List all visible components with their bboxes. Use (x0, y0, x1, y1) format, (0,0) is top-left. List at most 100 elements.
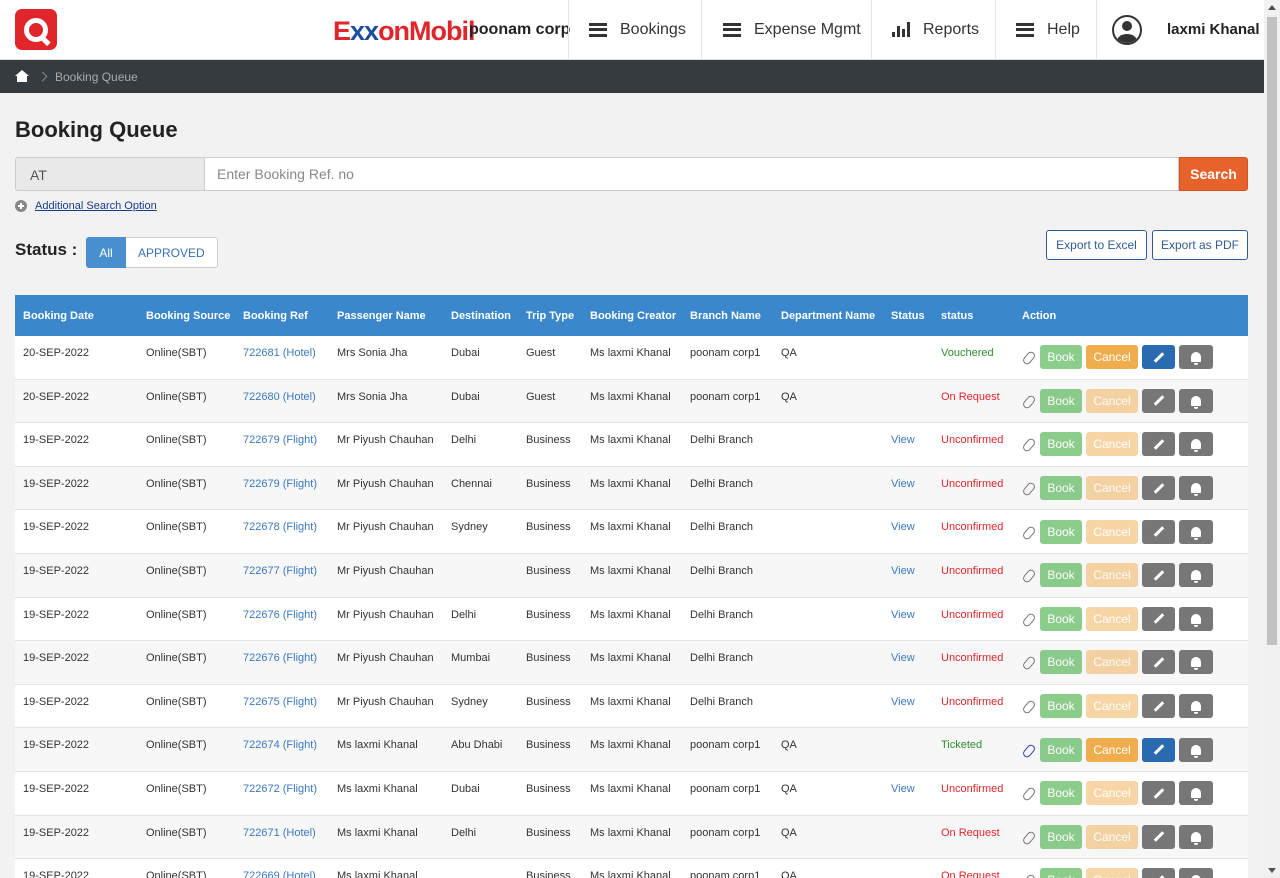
book-button[interactable]: Book (1040, 432, 1082, 457)
paperclip-icon[interactable] (1022, 830, 1036, 844)
booking-ref-link[interactable]: 722672 (Flight) (235, 772, 329, 795)
cancel-button[interactable]: Cancel (1086, 824, 1138, 849)
booking-ref-link[interactable]: 722676 (Flight) (235, 641, 329, 664)
booking-ref-link[interactable]: 722674 (Flight) (235, 728, 329, 751)
view-link[interactable]: View (883, 685, 933, 708)
view-link[interactable]: View (883, 510, 933, 533)
additional-search-link[interactable]: Additional Search Option (35, 200, 157, 212)
edit-button[interactable] (1142, 345, 1175, 370)
view-link[interactable] (883, 816, 933, 827)
scroll-up-arrow-icon[interactable] (1268, 5, 1276, 10)
col-status-2[interactable]: status (933, 310, 1014, 322)
view-link[interactable] (883, 336, 933, 347)
notify-button[interactable] (1179, 388, 1213, 413)
col-trip-type[interactable]: Trip Type (518, 310, 582, 322)
search-button[interactable]: Search (1179, 157, 1248, 191)
view-link[interactable]: View (883, 467, 933, 490)
notify-button[interactable] (1179, 694, 1213, 719)
tab-all[interactable]: All (86, 237, 126, 268)
cancel-button[interactable]: Cancel (1086, 388, 1138, 413)
book-button[interactable]: Book (1040, 345, 1082, 370)
view-link[interactable] (883, 380, 933, 391)
notify-button[interactable] (1179, 650, 1213, 675)
edit-button[interactable] (1142, 650, 1175, 675)
cancel-button[interactable]: Cancel (1086, 606, 1138, 631)
view-link[interactable]: View (883, 772, 933, 795)
col-branch-name[interactable]: Branch Name (682, 310, 773, 322)
booking-ref-link[interactable]: 722675 (Flight) (235, 685, 329, 708)
booking-ref-link[interactable]: 722677 (Flight) (235, 554, 329, 577)
booking-ref-link[interactable]: 722676 (Flight) (235, 598, 329, 621)
paperclip-icon[interactable] (1022, 437, 1036, 451)
view-link[interactable] (883, 859, 933, 870)
page-scrollbar[interactable] (1264, 0, 1280, 878)
paperclip-icon[interactable] (1022, 394, 1036, 408)
notify-button[interactable] (1179, 476, 1213, 501)
view-link[interactable]: View (883, 641, 933, 664)
cancel-button[interactable]: Cancel (1086, 432, 1138, 457)
booking-ref-link[interactable]: 722669 (Hotel) (235, 859, 329, 878)
edit-button[interactable] (1142, 694, 1175, 719)
notify-button[interactable] (1179, 606, 1213, 631)
paperclip-icon[interactable] (1022, 743, 1036, 757)
book-button[interactable]: Book (1040, 606, 1082, 631)
cancel-button[interactable]: Cancel (1086, 868, 1138, 878)
export-excel-button[interactable]: Export to Excel (1046, 230, 1147, 260)
notify-button[interactable] (1179, 868, 1213, 878)
booking-ref-link[interactable]: 722679 (Flight) (235, 423, 329, 446)
plus-circle-icon[interactable] (15, 200, 27, 212)
cancel-button[interactable]: Cancel (1086, 345, 1138, 370)
edit-button[interactable] (1142, 519, 1175, 544)
notify-button[interactable] (1179, 824, 1213, 849)
edit-button[interactable] (1142, 476, 1175, 501)
nav-expense-mgmt[interactable]: Expense Mgmt (701, 0, 872, 59)
book-button[interactable]: Book (1040, 476, 1082, 501)
edit-button[interactable] (1142, 824, 1175, 849)
book-button[interactable]: Book (1040, 563, 1082, 588)
book-button[interactable]: Book (1040, 868, 1082, 878)
edit-button[interactable] (1142, 563, 1175, 588)
paperclip-icon[interactable] (1022, 655, 1036, 669)
user-menu[interactable]: laxmi Khanal (1096, 0, 1264, 59)
edit-button[interactable] (1142, 737, 1175, 762)
col-department-name[interactable]: Department Name (773, 310, 883, 322)
edit-button[interactable] (1142, 388, 1175, 413)
col-booking-ref[interactable]: Booking Ref (235, 310, 329, 322)
book-button[interactable]: Book (1040, 824, 1082, 849)
notify-button[interactable] (1179, 432, 1213, 457)
view-link[interactable]: View (883, 554, 933, 577)
booking-ref-input[interactable] (204, 157, 1179, 191)
notify-button[interactable] (1179, 345, 1213, 370)
view-link[interactable] (883, 728, 933, 739)
home-icon[interactable] (15, 70, 29, 83)
paperclip-icon[interactable] (1022, 568, 1036, 582)
nav-reports[interactable]: Reports (871, 0, 996, 59)
nav-help[interactable]: Help (995, 0, 1097, 59)
paperclip-icon[interactable] (1022, 699, 1036, 713)
search-prefix[interactable]: AT (15, 157, 204, 191)
export-pdf-button[interactable]: Export as PDF (1152, 230, 1248, 260)
booking-ref-link[interactable]: 722681 (Hotel) (235, 336, 329, 359)
view-link[interactable]: View (883, 423, 933, 446)
edit-button[interactable] (1142, 606, 1175, 631)
paperclip-icon[interactable] (1022, 481, 1036, 495)
book-button[interactable]: Book (1040, 737, 1082, 762)
cancel-button[interactable]: Cancel (1086, 519, 1138, 544)
booking-ref-link[interactable]: 722671 (Hotel) (235, 816, 329, 839)
booking-ref-link[interactable]: 722679 (Flight) (235, 467, 329, 490)
book-button[interactable]: Book (1040, 388, 1082, 413)
paperclip-icon[interactable] (1022, 350, 1036, 364)
paperclip-icon[interactable] (1022, 873, 1036, 878)
col-destination[interactable]: Destination (443, 310, 518, 322)
book-button[interactable]: Book (1040, 519, 1082, 544)
col-booking-source[interactable]: Booking Source (138, 310, 235, 322)
book-button[interactable]: Book (1040, 694, 1082, 719)
tab-approved[interactable]: APPROVED (126, 237, 218, 268)
col-booking-date[interactable]: Booking Date (15, 310, 138, 322)
app-logo-icon[interactable] (15, 9, 57, 50)
edit-button[interactable] (1142, 781, 1175, 806)
paperclip-icon[interactable] (1022, 525, 1036, 539)
book-button[interactable]: Book (1040, 781, 1082, 806)
edit-button[interactable] (1142, 432, 1175, 457)
paperclip-icon[interactable] (1022, 612, 1036, 626)
